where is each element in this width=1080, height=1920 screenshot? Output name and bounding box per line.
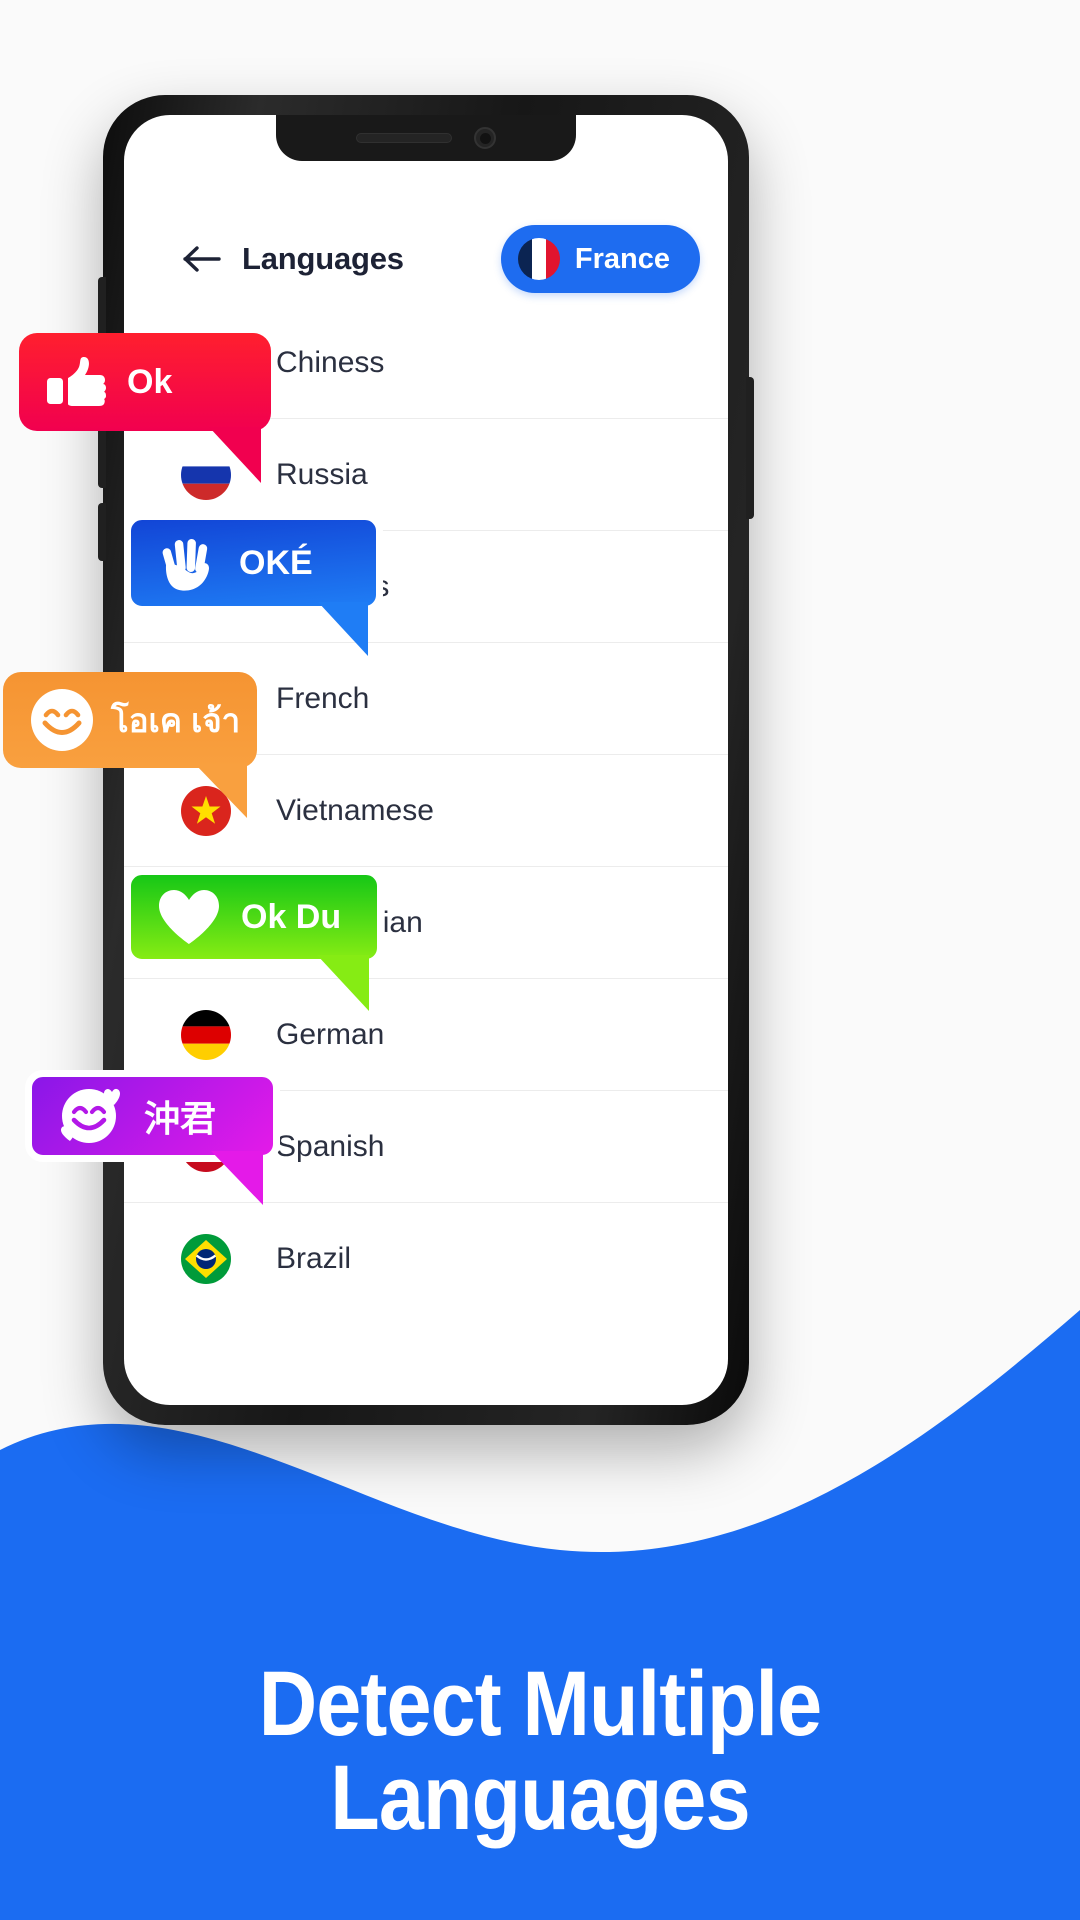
page-title: Languages [242, 241, 404, 276]
selected-country-pill[interactable]: France [500, 225, 700, 293]
list-item-label: Russia [276, 457, 368, 491]
list-item-label: French [276, 681, 370, 715]
speech-bubble-oke: OKÉ [124, 513, 383, 656]
list-item-label: Vietnamese [276, 793, 434, 827]
app-bar: Languages France [124, 211, 728, 307]
headline-line-1: Detect Multiple [258, 1653, 822, 1756]
selected-country-label: France [574, 242, 670, 275]
arrow-left-icon[interactable] [180, 237, 224, 281]
heart-icon [157, 888, 221, 946]
thumbs-up-icon [45, 354, 107, 410]
list-item-label: Chiness [276, 345, 385, 379]
flag-germany-icon [180, 1009, 232, 1061]
speech-bubble-label: โอเค เจ้า [111, 701, 241, 739]
bubble-tail [195, 764, 247, 818]
phone-notch [276, 115, 576, 161]
speech-bubble-label: Ok [127, 362, 173, 401]
earpiece-speaker-icon [356, 133, 452, 143]
open-hand-icon [157, 532, 219, 594]
smiley-face-icon [29, 687, 95, 753]
speech-bubble-cn: 沖君 [25, 1070, 280, 1205]
list-item-label: German [276, 1017, 385, 1051]
list-item-label: Brazil [276, 1242, 352, 1275]
mute-switch-button[interactable] [98, 503, 106, 561]
speech-bubble-thai: โอเค เจ้า [3, 672, 257, 818]
speech-bubble-ok: Ok [19, 333, 271, 483]
flag-france-icon [517, 237, 561, 281]
power-button[interactable] [746, 377, 754, 519]
list-item-label: Spanish [276, 1129, 385, 1163]
list-item[interactable]: Brazil [124, 1203, 728, 1315]
bubble-tail [317, 955, 369, 1011]
bubble-tail [318, 602, 368, 656]
promo-headline: Detect Multiple Languages [65, 1658, 1015, 1846]
speech-bubble-label: Ok Du [241, 897, 342, 936]
smiling-hearts-icon [58, 1083, 126, 1149]
bubble-tail [209, 427, 261, 483]
speech-bubble-label: OKÉ [239, 543, 313, 582]
front-camera-icon [474, 127, 496, 149]
bubble-tail [211, 1151, 263, 1205]
headline-line-2: Languages [330, 1747, 750, 1850]
speech-bubble-okdu: Ok Du [124, 868, 384, 1011]
flag-brazil-icon [180, 1233, 232, 1285]
speech-bubble-label: 沖君 [144, 1098, 217, 1139]
